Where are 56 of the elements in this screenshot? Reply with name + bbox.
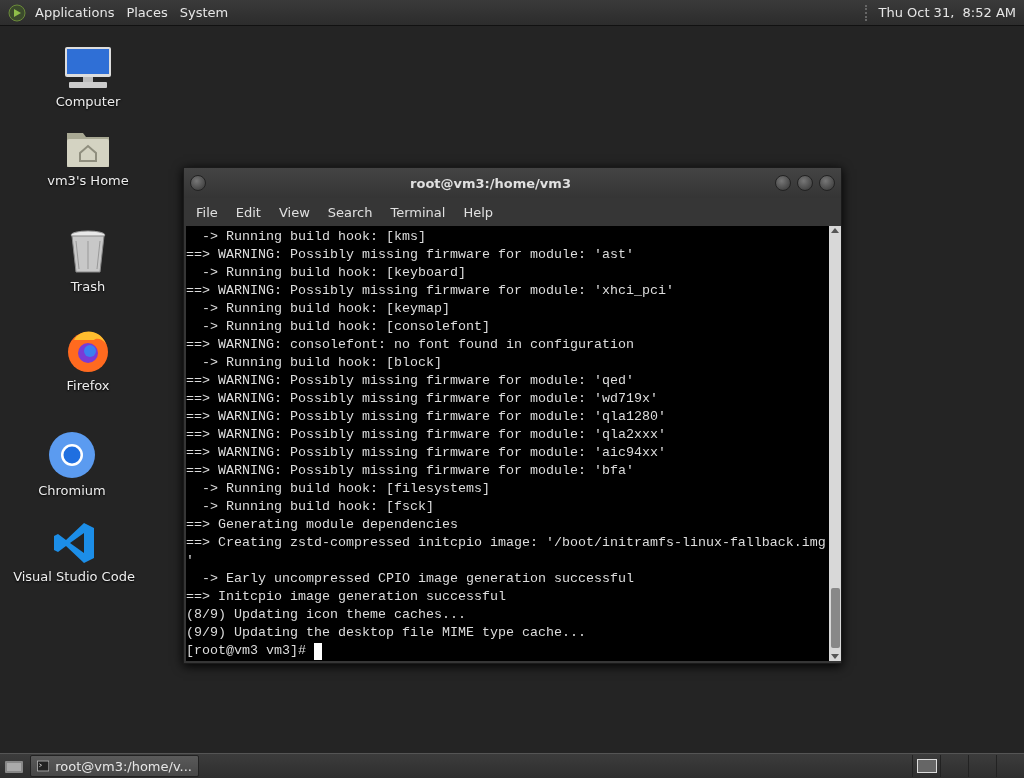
desktop-icon-label[interactable]: Trash bbox=[70, 279, 106, 294]
window-menu-button[interactable] bbox=[190, 175, 206, 191]
text-cursor bbox=[314, 642, 322, 660]
panel-menu[interactable]: Applications bbox=[29, 5, 121, 20]
app-menu-icon[interactable] bbox=[8, 3, 26, 22]
browser-icon[interactable] bbox=[48, 431, 96, 479]
terminal-icon bbox=[37, 759, 50, 773]
desktop-icon-label[interactable]: vm3's Home bbox=[47, 173, 129, 188]
monitor-icon[interactable] bbox=[63, 46, 113, 90]
desktop-icon-label[interactable]: Firefox bbox=[66, 378, 110, 393]
terminal-line: ==> WARNING: Possibly missing firmware for module: 'xhci_pci' bbox=[186, 282, 675, 300]
terminal-line: ==> WARNING: Possibly missing firmware for module: 'aic94xx' bbox=[186, 444, 667, 462]
maximize-button[interactable] bbox=[797, 175, 813, 191]
terminal-line: ==> WARNING: Possibly missing firmware for module: 'qla1280' bbox=[186, 408, 667, 426]
minimize-button[interactable] bbox=[775, 175, 791, 191]
desktop-icon-label[interactable]: Computer bbox=[55, 94, 121, 109]
terminal-line: ==> WARNING: Possibly missing firmware for module: 'ast' bbox=[186, 246, 635, 264]
terminal-line: -> Early uncompressed CPIO image generation successful bbox=[201, 570, 635, 588]
terminal-line: -> Running build hook: [block] bbox=[201, 354, 443, 372]
desktop-icon-label[interactable]: Chromium bbox=[38, 483, 106, 498]
terminal-line: ==> Generating module dependencies bbox=[186, 516, 459, 534]
menu-item[interactable]: Search bbox=[318, 204, 382, 220]
menu-item[interactable]: File bbox=[187, 204, 227, 220]
terminal-line: ==> WARNING: consolefont: no font found in configuration bbox=[186, 336, 635, 354]
workspace-switcher[interactable] bbox=[912, 755, 940, 777]
terminal-line: ==> Creating zstd-compressed initcpio image: '/boot/initramfs-linux-fallback.img bbox=[186, 534, 827, 552]
terminal-line: -> Running build hook: [fsck] bbox=[201, 498, 435, 516]
clock[interactable]: Thu Oct 31, 8:52 AM bbox=[870, 5, 1024, 20]
terminal-line: -> Running build hook: [filesystems] bbox=[201, 480, 491, 498]
show-desktop-icon[interactable] bbox=[4, 758, 24, 774]
terminal-line: -> Running build hook: [keyboard] bbox=[201, 264, 467, 282]
menu-item[interactable]: Edit bbox=[226, 204, 270, 220]
menu-item[interactable]: Help bbox=[454, 204, 503, 220]
terminal-line: -> Running build hook: [consolefont] bbox=[201, 318, 491, 336]
shell-prompt: [root@vm3 vm3]# bbox=[186, 642, 306, 660]
terminal-line: ' bbox=[186, 552, 195, 570]
desktop-icon-label[interactable]: Visual Studio Code bbox=[13, 569, 135, 584]
terminal-line: (9/9) Updating the desktop file MIME type cache... bbox=[186, 624, 587, 642]
terminal-line: -> Running build hook: [keymap] bbox=[201, 300, 451, 318]
close-button[interactable] bbox=[819, 175, 835, 191]
trash-icon[interactable] bbox=[68, 229, 108, 275]
terminal-line: ==> WARNING: Possibly missing firmware for module: 'qed' bbox=[186, 372, 635, 390]
terminal-line: ==> WARNING: Possibly missing firmware for module: 'bfa' bbox=[186, 462, 635, 480]
window-title: root@vm3:/home/vm3 bbox=[409, 175, 572, 191]
taskbar-window-button[interactable]: root@vm3:/home/v... bbox=[30, 755, 199, 777]
terminal-line: -> Running build hook: [kms] bbox=[201, 228, 427, 246]
terminal-line: ==> Initcpio image generation successful bbox=[186, 588, 507, 606]
menu-item[interactable]: View bbox=[269, 204, 319, 220]
scrollbar[interactable] bbox=[829, 226, 841, 661]
panel-menu[interactable]: System bbox=[173, 5, 235, 20]
code-editor-icon[interactable] bbox=[52, 521, 96, 565]
terminal-line: (8/9) Updating icon theme caches... bbox=[186, 606, 467, 624]
terminal-line: ==> WARNING: Possibly missing firmware for module: 'qla2xxx' bbox=[186, 426, 667, 444]
menu-item[interactable]: Terminal bbox=[381, 204, 455, 220]
terminal-line: ==> WARNING: Possibly missing firmware for module: 'wd719x' bbox=[186, 390, 659, 408]
panel-menu[interactable]: Places bbox=[120, 5, 174, 20]
